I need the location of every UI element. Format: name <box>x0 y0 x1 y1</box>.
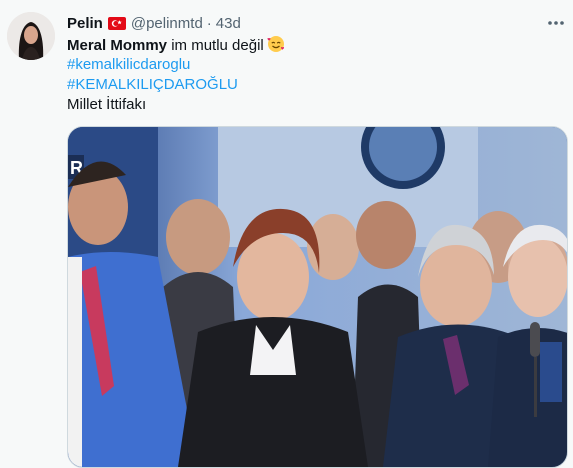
tweet-text: Meral Mommy im mutlu değil #kemalkilicda… <box>67 35 557 115</box>
tweet-card[interactable]: Pelin @pelinmtd · 43d Meral Mommy im mut… <box>0 0 573 468</box>
hashtag-link[interactable]: #kemalkilicdaroglu <box>67 56 190 73</box>
body-text: Millet İttifakı <box>67 96 147 113</box>
more-options-icon[interactable] <box>545 13 567 33</box>
hashtag-link[interactable]: #KEMALKILIÇDAROĞLU <box>67 76 238 93</box>
timestamp[interactable]: 43d <box>216 15 241 32</box>
avatar[interactable] <box>7 12 55 60</box>
display-name[interactable]: Pelin <box>67 15 103 32</box>
tweet-media-image[interactable]: R <box>67 126 568 468</box>
user-handle[interactable]: @pelinmtd <box>131 15 203 32</box>
tweet-line-4: Millet İttifakı <box>67 95 557 115</box>
body-text: im mutlu değil <box>167 37 264 54</box>
tweet-line-1: Meral Mommy im mutlu değil <box>67 35 557 55</box>
smiling-face-with-hearts-icon <box>267 35 285 59</box>
tweet-header: Pelin @pelinmtd · 43d <box>67 12 241 34</box>
separator-dot: · <box>206 14 212 32</box>
turkey-flag-icon <box>107 16 126 30</box>
tweet-line-3: #KEMALKILIÇDAROĞLU <box>67 75 557 95</box>
bold-text: Meral Mommy <box>67 37 168 54</box>
tweet-line-2: #kemalkilicdaroglu <box>67 55 557 75</box>
